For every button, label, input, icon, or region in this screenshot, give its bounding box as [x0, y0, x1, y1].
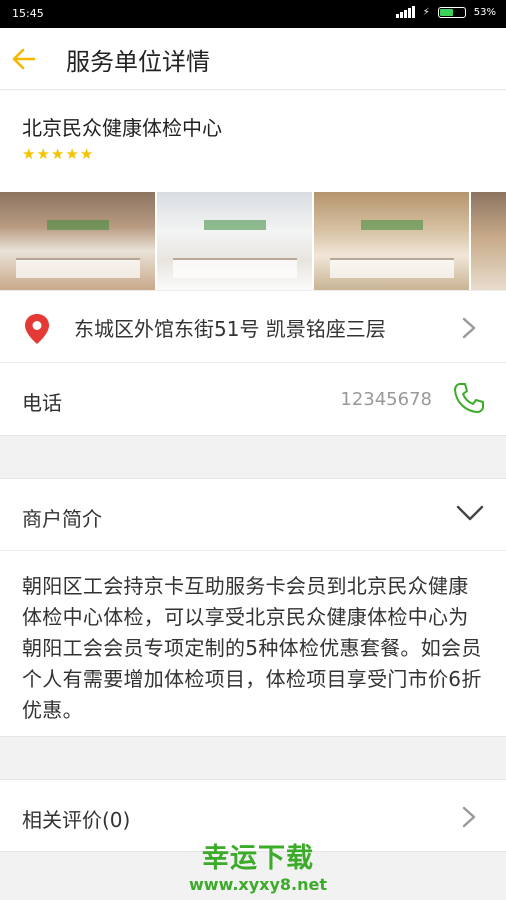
photo-gallery[interactable] [0, 192, 506, 290]
address-text: 东城区外馆东街51号 凯景铭座三层 [74, 317, 386, 341]
star-icon: ★ [79, 145, 94, 163]
charging-icon: ⚡ [422, 6, 430, 18]
gallery-photo[interactable] [157, 192, 312, 290]
phone-icon[interactable] [452, 381, 486, 415]
star-icon: ★ [65, 145, 79, 163]
signal-icon [395, 6, 415, 18]
app-header: 服务单位详情 [0, 28, 506, 90]
star-icon: ★ [22, 145, 36, 163]
battery-icon [437, 6, 466, 18]
star-rating: ★ ★ ★ ★ ★ [22, 146, 93, 162]
star-icon: ★ [36, 145, 50, 163]
chevron-right-icon [462, 317, 476, 339]
chevron-right-icon [462, 806, 476, 828]
status-time: 15:45 [12, 7, 44, 20]
watermark-url: www.xyxy8.net [189, 875, 327, 894]
page-title: 服务单位详情 [66, 48, 210, 76]
intro-text: 朝阳区工会持京卡互助服务卡会员到北京民众健康体检中心体检，可以享受北京民众健康体… [22, 574, 482, 722]
address-row[interactable]: 东城区外馆东街51号 凯景铭座三层 [0, 290, 506, 363]
watermark-title: 幸运下载 [202, 843, 314, 874]
intro-header[interactable]: 商户简介 [0, 478, 506, 551]
gallery-photo[interactable] [314, 192, 469, 290]
star-icon: ★ [50, 145, 65, 163]
intro-body: 朝阳区工会持京卡互助服务卡会员到北京民众健康体检中心体检，可以享受北京民众健康体… [0, 551, 506, 737]
intro-label: 商户简介 [22, 507, 102, 531]
battery-percent: 53% [473, 6, 496, 18]
phone-label: 电话 [22, 391, 62, 415]
status-bar: 15:45 ⚡ 53% [0, 0, 506, 28]
gallery-photo[interactable] [0, 192, 155, 290]
shop-name: 北京民众健康体检中心 [22, 116, 222, 140]
chevron-down-icon[interactable] [456, 505, 484, 521]
shop-info: 北京民众健康体检中心 ★ ★ ★ ★ ★ [0, 90, 506, 192]
watermark: 幸运下载 www.xyxy8.net [178, 836, 338, 894]
phone-number[interactable]: 12345678 [340, 389, 432, 410]
location-pin-icon [25, 314, 49, 344]
phone-row: 电话 12345678 [0, 363, 506, 436]
arrow-left-icon[interactable] [10, 45, 38, 73]
reviews-label: 相关评价(0) [22, 808, 131, 832]
gallery-photo[interactable] [471, 192, 506, 290]
